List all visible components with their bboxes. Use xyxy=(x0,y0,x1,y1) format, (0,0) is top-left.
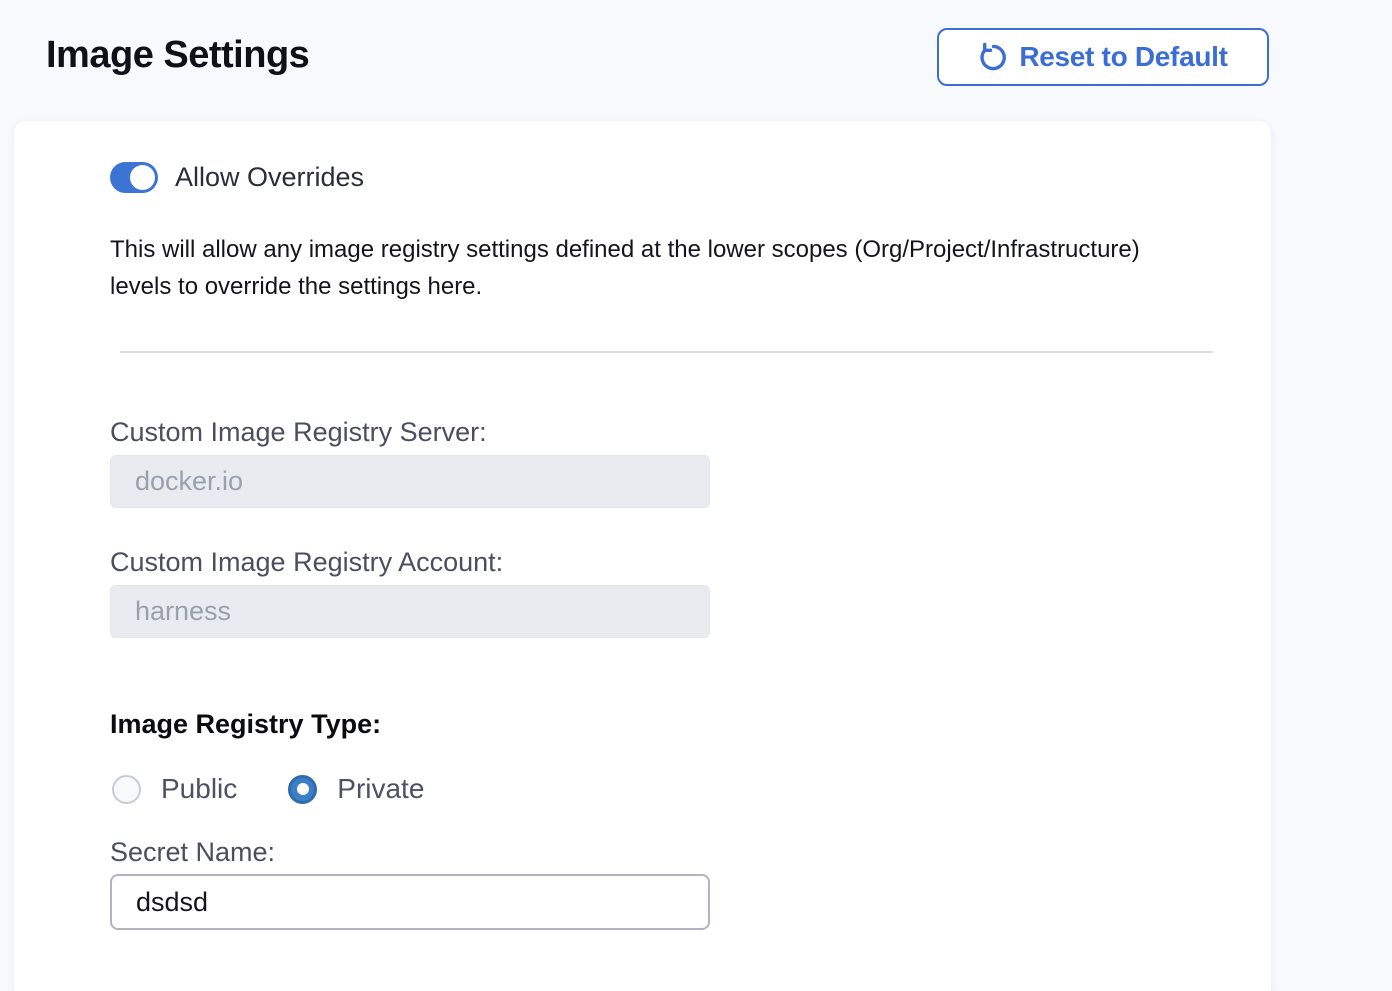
reset-button-label: Reset to Default xyxy=(1019,41,1227,73)
radio-circle-private[interactable] xyxy=(288,775,317,804)
radio-label-private: Private xyxy=(337,773,424,805)
description-line-2: levels to override the settings here. xyxy=(110,268,1140,305)
page-title: Image Settings xyxy=(46,34,309,77)
registry-type-label: Image Registry Type: xyxy=(110,709,381,740)
radio-circle-public[interactable] xyxy=(112,775,141,804)
image-settings-card: Allow Overrides This will allow any imag… xyxy=(14,121,1271,991)
radio-option-private[interactable]: Private xyxy=(288,773,424,805)
description-line-1: This will allow any image registry setti… xyxy=(110,231,1140,268)
toggle-knob xyxy=(130,165,155,190)
reset-to-default-button[interactable]: Reset to Default xyxy=(937,28,1269,86)
radio-option-public[interactable]: Public xyxy=(112,773,237,805)
registry-account-label: Custom Image Registry Account: xyxy=(110,547,503,578)
registry-account-input xyxy=(110,585,710,638)
reset-icon xyxy=(978,42,1009,73)
registry-server-label: Custom Image Registry Server: xyxy=(110,417,487,448)
registry-server-input xyxy=(110,455,710,508)
registry-type-radio-group: Public Private xyxy=(112,773,424,805)
overrides-description: This will allow any image registry setti… xyxy=(110,231,1140,305)
secret-name-input[interactable] xyxy=(110,874,710,930)
radio-label-public: Public xyxy=(161,773,237,805)
secret-name-label: Secret Name: xyxy=(110,837,275,868)
allow-overrides-label: Allow Overrides xyxy=(175,162,364,193)
section-divider xyxy=(120,351,1213,353)
allow-overrides-toggle[interactable] xyxy=(110,162,158,193)
allow-overrides-row: Allow Overrides xyxy=(110,162,364,193)
